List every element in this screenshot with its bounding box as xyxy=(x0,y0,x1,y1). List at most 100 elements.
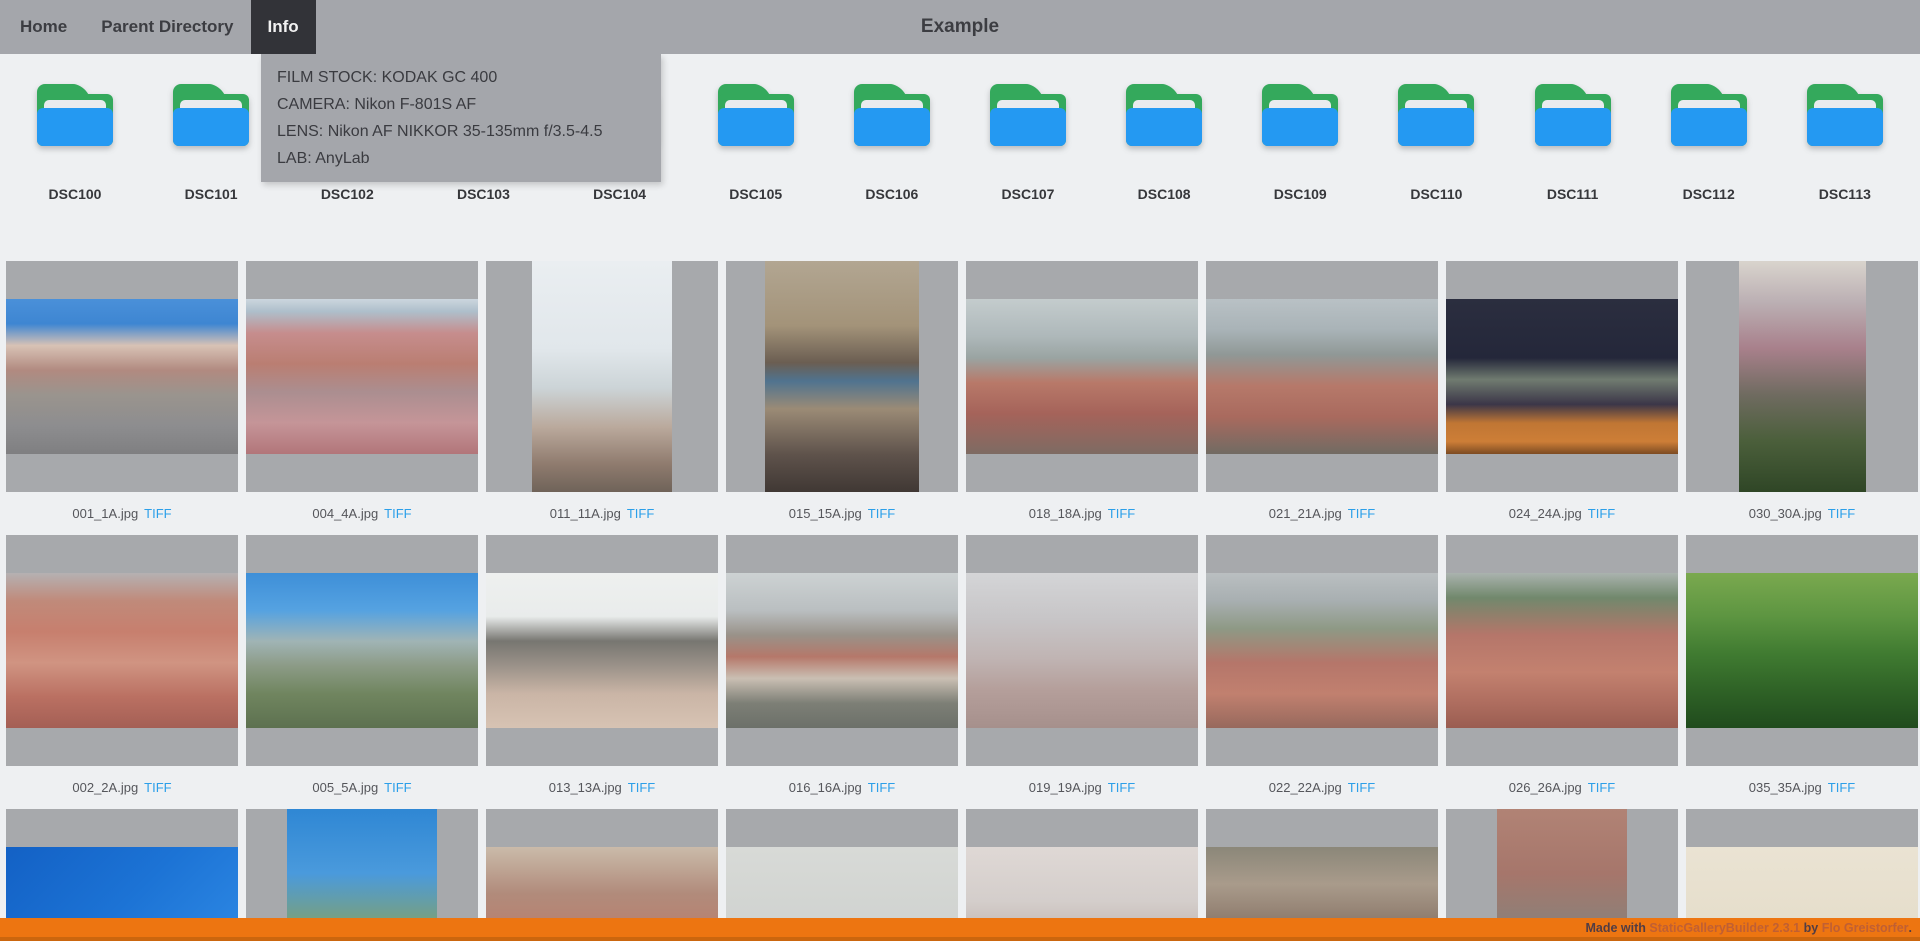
gallery-cell: 005_5A.jpg TIFF xyxy=(246,535,478,809)
photo-caption: 001_1A.jpg TIFF xyxy=(6,492,238,535)
photo-image xyxy=(246,299,478,454)
folder-label: DSC102 xyxy=(321,186,374,202)
footer-credit-text: Made with xyxy=(1585,921,1649,935)
info-line: CAMERA: Nikon F-801S AF xyxy=(277,91,645,118)
folder-item-dsc108[interactable]: DSC108 xyxy=(1119,84,1209,202)
photo-caption: 013_13A.jpg TIFF xyxy=(486,766,718,809)
folder-item-dsc105[interactable]: DSC105 xyxy=(711,84,801,202)
photo-caption: 011_11A.jpg TIFF xyxy=(486,492,718,535)
tiff-link[interactable]: TIFF xyxy=(628,780,655,795)
tiff-link[interactable]: TIFF xyxy=(1108,780,1135,795)
folder-item-dsc100[interactable]: DSC100 xyxy=(30,84,120,202)
photo-image xyxy=(6,299,238,454)
folder-item-dsc106[interactable]: DSC106 xyxy=(847,84,937,202)
photo-filename: 013_13A.jpg xyxy=(549,780,622,795)
photo-thumbnail[interactable] xyxy=(1686,261,1918,492)
photo-filename: 004_4A.jpg xyxy=(312,506,378,521)
folder-label: DSC112 xyxy=(1683,186,1735,202)
photo-thumbnail[interactable] xyxy=(1206,261,1438,492)
folder-label: DSC101 xyxy=(185,186,238,202)
gallery-cell: 013_13A.jpg TIFF xyxy=(486,535,718,809)
gallery-cell: 015_15A.jpg TIFF xyxy=(726,261,958,535)
author-link[interactable]: Flo Greistorfer xyxy=(1822,921,1909,935)
nav-item-home[interactable]: Home xyxy=(3,0,84,54)
photo-thumbnail[interactable] xyxy=(6,535,238,766)
folder-item-dsc109[interactable]: DSC109 xyxy=(1255,84,1345,202)
photo-thumbnail[interactable] xyxy=(726,261,958,492)
folder-item-dsc112[interactable]: DSC112 xyxy=(1664,84,1754,202)
photo-caption: 019_19A.jpg TIFF xyxy=(966,766,1198,809)
tiff-link[interactable]: TIFF xyxy=(1828,780,1855,795)
tiff-link[interactable]: TIFF xyxy=(1588,506,1615,521)
photo-filename: 015_15A.jpg xyxy=(789,506,862,521)
footer-period: . xyxy=(1909,921,1912,935)
photo-thumbnail[interactable] xyxy=(966,261,1198,492)
folder-icon xyxy=(1262,84,1338,146)
folder-item-dsc110[interactable]: DSC110 xyxy=(1391,84,1481,202)
photo-thumbnail[interactable] xyxy=(1206,535,1438,766)
gallery-cell: 016_16A.jpg TIFF xyxy=(726,535,958,809)
folder-item-dsc113[interactable]: DSC113 xyxy=(1800,84,1890,202)
folder-icon xyxy=(1807,84,1883,146)
folder-item-dsc111[interactable]: DSC111 xyxy=(1528,84,1618,202)
footer-bar: Made with StaticGalleryBuilder 2.3.1 by … xyxy=(0,918,1920,941)
photo-caption: 024_24A.jpg TIFF xyxy=(1446,492,1678,535)
gallery-row: 001_1A.jpg TIFF 004_4A.jpg TIFF 011_11A.… xyxy=(6,261,1920,535)
photo-thumbnail[interactable] xyxy=(1446,535,1678,766)
photo-filename: 022_22A.jpg xyxy=(1269,780,1342,795)
photo-caption: 005_5A.jpg TIFF xyxy=(246,766,478,809)
page: HomeParent DirectoryInfo Example FILM ST… xyxy=(0,0,1920,941)
tiff-link[interactable]: TIFF xyxy=(627,506,654,521)
tiff-link[interactable]: TIFF xyxy=(384,506,411,521)
tiff-link[interactable]: TIFF xyxy=(868,506,895,521)
nav-item-parent-directory[interactable]: Parent Directory xyxy=(84,0,250,54)
photo-filename: 021_21A.jpg xyxy=(1269,506,1342,521)
tiff-link[interactable]: TIFF xyxy=(1348,780,1375,795)
folder-item-dsc107[interactable]: DSC107 xyxy=(983,84,1073,202)
photo-thumbnail[interactable] xyxy=(1686,535,1918,766)
gallery-cell: 001_1A.jpg TIFF xyxy=(6,261,238,535)
photo-thumbnail[interactable] xyxy=(246,535,478,766)
gallery-cell: 022_22A.jpg TIFF xyxy=(1206,535,1438,809)
builder-link[interactable]: StaticGalleryBuilder 2.3.1 xyxy=(1649,921,1800,935)
photo-caption: 015_15A.jpg TIFF xyxy=(726,492,958,535)
gallery-cell: 030_30A.jpg TIFF xyxy=(1686,261,1918,535)
gallery-cell: 024_24A.jpg TIFF xyxy=(1446,261,1678,535)
photo-image xyxy=(1206,573,1438,728)
tiff-link[interactable]: TIFF xyxy=(384,780,411,795)
photo-filename: 018_18A.jpg xyxy=(1029,506,1102,521)
photo-thumbnail[interactable] xyxy=(1446,261,1678,492)
folder-label: DSC111 xyxy=(1547,186,1598,202)
photo-thumbnail[interactable] xyxy=(6,261,238,492)
folder-icon xyxy=(718,84,794,146)
tiff-link[interactable]: TIFF xyxy=(1828,506,1855,521)
tiff-link[interactable]: TIFF xyxy=(144,506,171,521)
folder-icon xyxy=(990,84,1066,146)
photo-thumbnail[interactable] xyxy=(486,261,718,492)
photo-caption: 018_18A.jpg TIFF xyxy=(966,492,1198,535)
tiff-link[interactable]: TIFF xyxy=(868,780,895,795)
photo-thumbnail[interactable] xyxy=(966,535,1198,766)
info-line: FILM STOCK: KODAK GC 400 xyxy=(277,64,645,91)
photo-thumbnail[interactable] xyxy=(486,535,718,766)
tiff-link[interactable]: TIFF xyxy=(1348,506,1375,521)
tiff-link[interactable]: TIFF xyxy=(144,780,171,795)
photo-caption: 035_35A.jpg TIFF xyxy=(1686,766,1918,809)
gallery-cell: 002_2A.jpg TIFF xyxy=(6,535,238,809)
folder-label: DSC107 xyxy=(1002,186,1055,202)
folder-item-dsc101[interactable]: DSC101 xyxy=(166,84,256,202)
photo-thumbnail[interactable] xyxy=(246,261,478,492)
photo-filename: 016_16A.jpg xyxy=(789,780,862,795)
info-dropdown: FILM STOCK: KODAK GC 400CAMERA: Nikon F-… xyxy=(261,54,661,182)
photo-thumbnail[interactable] xyxy=(726,535,958,766)
nav-item-info[interactable]: Info xyxy=(251,0,316,54)
photo-caption: 021_21A.jpg TIFF xyxy=(1206,492,1438,535)
photo-image xyxy=(6,573,238,728)
folder-label: DSC113 xyxy=(1819,186,1871,202)
folder-icon xyxy=(1671,84,1747,146)
top-nav: HomeParent DirectoryInfo Example xyxy=(0,0,1920,54)
photo-filename: 002_2A.jpg xyxy=(72,780,138,795)
tiff-link[interactable]: TIFF xyxy=(1108,506,1135,521)
tiff-link[interactable]: TIFF xyxy=(1588,780,1615,795)
folder-label: DSC103 xyxy=(457,186,510,202)
